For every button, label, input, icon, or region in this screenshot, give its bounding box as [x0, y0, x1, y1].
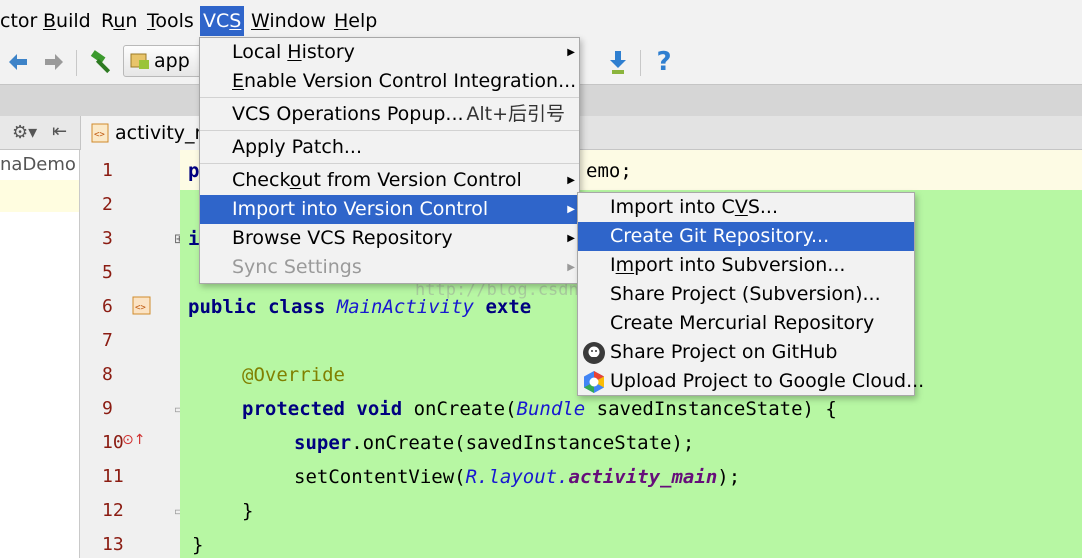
submenu-item-import-into-cvs[interactable]: Import into CVS...: [578, 193, 914, 222]
android-app-icon: [130, 52, 150, 70]
project-tool-strip: ⚙▾ ⇤: [0, 116, 80, 150]
svg-text:<>: <>: [135, 303, 146, 313]
menu-bar: ctor Build Run Tools VCS Window Help: [0, 0, 1082, 40]
menu-refactor[interactable]: ctor: [0, 6, 40, 36]
menu-item-vcs-operations-popup[interactable]: VCS Operations Popup... Alt+后引号: [200, 100, 579, 129]
submenu-arrow-icon: ▶: [567, 233, 575, 244]
project-tree-item[interactable]: naDemo: [0, 152, 76, 178]
code-line-3: i: [188, 228, 200, 250]
line-number: 5: [102, 262, 113, 283]
menu-separator: [200, 130, 579, 131]
line-number: 2: [102, 194, 113, 215]
menu-item-apply-patch[interactable]: Apply Patch...: [200, 133, 579, 162]
back-arrow-icon[interactable]: [4, 48, 32, 76]
github-icon: [582, 341, 606, 365]
import-into-vcs-submenu: Import into CVS... Create Git Repository…: [577, 192, 924, 396]
menu-build[interactable]: Build: [40, 6, 94, 36]
menu-separator: [200, 163, 579, 164]
menu-item-local-history[interactable]: Local History ▶: [200, 38, 579, 67]
line-number: 11: [102, 466, 124, 487]
menu-help[interactable]: Help: [331, 6, 380, 36]
code-line-13: }: [192, 534, 204, 556]
line-number: 1: [102, 160, 113, 181]
svg-text:<>: <>: [94, 130, 105, 140]
code-line-9: protected void onCreate(Bundle savedInst…: [242, 398, 837, 420]
forward-arrow-icon[interactable]: [40, 48, 68, 76]
line-number: 3: [102, 228, 113, 249]
collapse-icon[interactable]: ⇤: [52, 121, 67, 142]
submenu-item-create-mercurial-repository[interactable]: Create Mercurial Repository: [578, 309, 914, 338]
code-line-12: }: [242, 500, 254, 522]
toolbar-separator: [76, 50, 77, 76]
vcs-dropdown-menu: Local History ▶ Enable Version Control I…: [199, 37, 580, 284]
line-number-gutter: 1 2 3 5 6 7 8 9 10 11 12 13 ⊞ <> ⊙↑ ▭ ▭: [80, 150, 185, 558]
google-cloud-icon: [582, 370, 606, 394]
line-number: 9: [102, 398, 113, 419]
android-activity-icon: <>: [132, 296, 152, 321]
submenu-item-share-project-subversion[interactable]: Share Project (Subversion)...: [578, 280, 914, 309]
hammer-build-icon[interactable]: [88, 48, 116, 76]
sdk-download-icon[interactable]: [604, 48, 632, 76]
line-number: 7: [102, 330, 113, 351]
gear-icon[interactable]: ⚙▾: [12, 122, 37, 143]
menu-run[interactable]: Run: [98, 6, 140, 36]
project-panel: naDemo: [0, 150, 80, 558]
xml-file-icon: <>: [91, 123, 109, 143]
submenu-item-create-git-repository[interactable]: Create Git Repository...: [578, 222, 914, 251]
menu-item-enable-vcs-integration[interactable]: Enable Version Control Integration...: [200, 67, 579, 96]
menu-separator: [200, 97, 579, 98]
line-number: 8: [102, 364, 113, 385]
menu-tools[interactable]: Tools: [144, 6, 197, 36]
submenu-arrow-icon: ▶: [567, 204, 575, 215]
submenu-item-import-into-subversion[interactable]: Import into Subversion...: [578, 251, 914, 280]
submenu-item-upload-to-google-cloud[interactable]: Upload Project to Google Cloud...: [578, 367, 924, 396]
override-marker-icon[interactable]: ⊙↑: [122, 432, 145, 448]
submenu-arrow-icon: ▶: [567, 47, 575, 58]
shortcut-label: Alt+后引号: [466, 103, 565, 125]
submenu-arrow-icon: ▶: [567, 175, 575, 186]
menu-item-sync-settings: Sync Settings ▶: [200, 253, 579, 282]
code-line-11: setContentView(R.layout.activity_main);: [294, 466, 741, 488]
toolbar-separator: [640, 50, 641, 76]
menu-window[interactable]: Window: [248, 6, 329, 36]
line-number: 12: [102, 500, 124, 521]
run-configuration-select[interactable]: app: [123, 45, 203, 77]
submenu-arrow-icon: ▶: [567, 262, 575, 273]
menu-item-checkout-from-vcs[interactable]: Checkout from Version Control ▶: [200, 166, 579, 195]
project-tree-selection: [0, 180, 79, 212]
code-line-8: @Override: [242, 364, 345, 386]
run-configuration-label: app: [154, 50, 190, 72]
line-number: 13: [102, 534, 124, 555]
submenu-item-share-on-github[interactable]: Share Project on GitHub: [578, 338, 914, 367]
code-line-1: p emo;: [188, 160, 632, 182]
menu-item-browse-vcs-repository[interactable]: Browse VCS Repository ▶: [200, 224, 579, 253]
menu-item-import-into-vcs[interactable]: Import into Version Control ▶: [200, 195, 579, 224]
code-line-10: super.onCreate(savedInstanceState);: [294, 432, 695, 454]
help-icon[interactable]: ?: [650, 47, 678, 77]
menu-vcs[interactable]: VCS: [200, 6, 245, 36]
